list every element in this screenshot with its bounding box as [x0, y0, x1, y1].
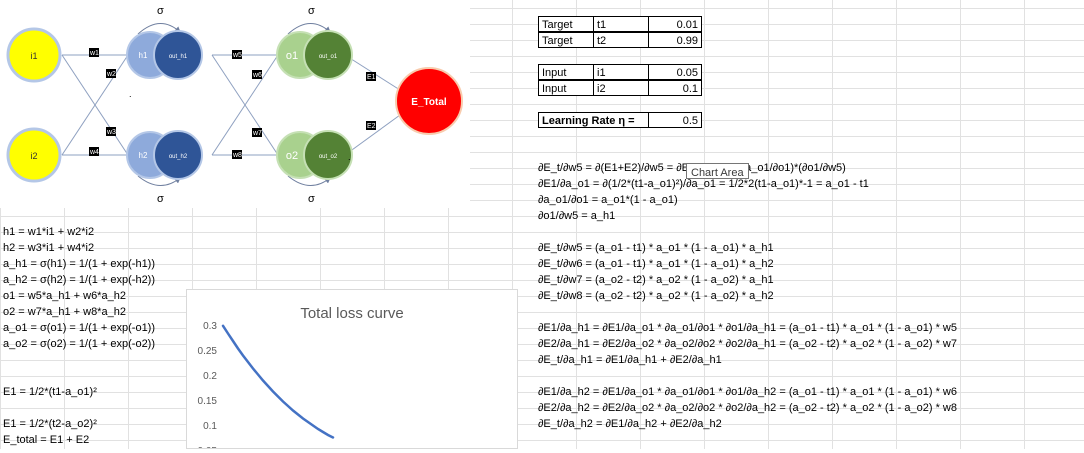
- y-tick-label: 0.2: [203, 371, 217, 382]
- input-label-i1: i1: [30, 51, 37, 61]
- sigma-label-h1: σ: [157, 5, 164, 17]
- weight-w4: w4: [89, 149, 99, 156]
- hidden-net-label-h2: h2: [139, 151, 148, 160]
- param-name-t2[interactable]: t2: [593, 32, 649, 48]
- deriv2-line-4[interactable]: ∂E_t/∂w8 = (a_o2 - t2) * a_o2 * (1 - a_o…: [538, 288, 774, 304]
- formula-a-h2[interactable]: a_h2 = σ(h2) = 1/(1 + exp(-h2)): [3, 272, 155, 288]
- output-out-label-o1: out_o1: [319, 54, 338, 60]
- network-diagram[interactable]: σ σ σ σ i1 i2 h1 out_h1 h2 out_h2 o1 out…: [0, 0, 470, 208]
- loss-chart[interactable]: Total loss curve 0.3 0.25 0.2 0.15 0.1 0.05: [186, 289, 518, 453]
- hidden-out-label-h2: out_h2: [169, 154, 188, 160]
- weight-w8: w8: [232, 152, 242, 159]
- formula-a-o2[interactable]: a_o2 = σ(o2) = 1/(1 + exp(-o2)): [3, 336, 155, 352]
- chart-title: Total loss curve: [300, 305, 403, 322]
- deriv3-line-1[interactable]: ∂E1/∂a_h1 = ∂E1/∂a_o1 * ∂a_o1/∂o1 * ∂o1/…: [538, 320, 957, 336]
- network-diagram-svg: σ σ σ σ i1 i2 h1 out_h1 h2 out_h2 o1 out…: [6, 5, 463, 205]
- param-label-t2[interactable]: Target: [538, 32, 594, 48]
- deriv1-line-4[interactable]: ∂o1/∂w5 = a_h1: [538, 208, 615, 224]
- param-name-i1[interactable]: i1: [593, 64, 649, 80]
- output-net-label-o2: o2: [286, 150, 298, 162]
- weight-w2: w2: [106, 71, 116, 78]
- weight-w6: w6: [252, 72, 262, 79]
- param-value-i2[interactable]: 0.1: [648, 80, 702, 96]
- formula-h1[interactable]: h1 = w1*i1 + w2*i2: [3, 224, 94, 240]
- weight-w1: w1: [89, 50, 99, 57]
- sigma-label-o1: σ: [308, 5, 315, 17]
- output-out-label-o2: out_o2: [319, 154, 338, 160]
- deriv2-line-3[interactable]: ∂E_t/∂w7 = (a_o2 - t2) * a_o2 * (1 - a_o…: [538, 272, 774, 288]
- error-e1: E1: [367, 74, 376, 81]
- y-tick-label: 0.3: [203, 321, 217, 332]
- deriv4-line-1[interactable]: ∂E1/∂a_h2 = ∂E1/∂a_o1 * ∂a_o1/∂o1 * ∂o1/…: [538, 384, 957, 400]
- param-label-i1[interactable]: Input: [538, 64, 594, 80]
- dot-mark-2: .: [348, 152, 351, 162]
- y-tick-label: 0.05: [198, 446, 218, 448]
- y-tick-label: 0.1: [203, 421, 217, 432]
- sigma-label-o2: σ: [308, 193, 315, 205]
- deriv3-line-3[interactable]: ∂E_t/∂a_h1 = ∂E1/∂a_h1 + ∂E2/∂a_h1: [538, 352, 722, 368]
- formula-a-h1[interactable]: a_h1 = σ(h1) = 1/(1 + exp(-h1)): [3, 256, 155, 272]
- param-name-i2[interactable]: i2: [593, 80, 649, 96]
- param-value-i1[interactable]: 0.05: [648, 64, 702, 80]
- weight-w7: w7: [252, 130, 262, 137]
- param-label-i2[interactable]: Input: [538, 80, 594, 96]
- weight-w5: w5: [232, 52, 242, 59]
- loss-series-line: [221, 324, 335, 439]
- sigma-label-h2: σ: [157, 193, 164, 205]
- deriv4-line-3[interactable]: ∂E_t/∂a_h2 = ∂E1/∂a_h2 + ∂E2/∂a_h2: [538, 416, 722, 432]
- formula-a-o1[interactable]: a_o1 = σ(o1) = 1/(1 + exp(-o1)): [3, 320, 155, 336]
- input-label-i2: i2: [30, 151, 37, 161]
- deriv4-line-2[interactable]: ∂E2/∂a_h2 = ∂E2/∂a_o2 * ∂a_o2/∂o2 * ∂o2/…: [538, 400, 957, 416]
- y-tick-label: 0.15: [198, 396, 218, 407]
- formula-e2[interactable]: E1 = 1/2*(t2-a_o2)²: [3, 416, 97, 432]
- deriv1-line-3[interactable]: ∂a_o1/∂o1 = a_o1*(1 - a_o1): [538, 192, 678, 208]
- learning-rate-value[interactable]: 0.5: [648, 112, 702, 128]
- chart-series: [221, 324, 335, 439]
- y-tick-label: 0.25: [198, 346, 218, 357]
- deriv3-line-2[interactable]: ∂E2/∂a_h1 = ∂E2/∂a_o2 * ∂a_o2/∂o2 * ∂o2/…: [538, 336, 957, 352]
- loss-chart-svg: Total loss curve 0.3 0.25 0.2 0.15 0.1 0.05: [198, 305, 404, 453]
- learning-rate-label[interactable]: Learning Rate η =: [538, 112, 649, 128]
- formula-e-total[interactable]: E_total = E1 + E2: [3, 432, 89, 448]
- hidden-out-label-h1: out_h1: [169, 54, 188, 60]
- hidden-net-label-h1: h1: [139, 51, 148, 60]
- formula-e1[interactable]: E1 = 1/2*(t1-a_o1)²: [3, 384, 97, 400]
- param-label-t1[interactable]: Target: [538, 16, 594, 32]
- formula-o1[interactable]: o1 = w5*a_h1 + w6*a_h2: [3, 288, 126, 304]
- formula-h2[interactable]: h2 = w3*i1 + w4*i2: [3, 240, 94, 256]
- total-error-label: E_Total: [411, 97, 447, 108]
- y-axis-ticks: 0.3 0.25 0.2 0.15 0.1 0.05: [198, 321, 218, 453]
- deriv2-line-1[interactable]: ∂E_t/∂w5 = (a_o1 - t1) * a_o1 * (1 - a_o…: [538, 240, 774, 256]
- param-value-t1[interactable]: 0.01: [648, 16, 702, 32]
- weight-w3: w3: [106, 129, 116, 136]
- output-net-label-o1: o1: [286, 50, 298, 62]
- param-name-t1[interactable]: t1: [593, 16, 649, 32]
- chart-area-tooltip: Chart Area: [686, 163, 749, 179]
- param-value-t2[interactable]: 0.99: [648, 32, 702, 48]
- deriv2-line-2[interactable]: ∂E_t/∂w6 = (a_o1 - t1) * a_o1 * (1 - a_o…: [538, 256, 774, 272]
- error-e2: E2: [367, 123, 376, 130]
- formula-o2[interactable]: o2 = w7*a_h1 + w8*a_h2: [3, 304, 126, 320]
- dot-mark: .: [129, 89, 132, 99]
